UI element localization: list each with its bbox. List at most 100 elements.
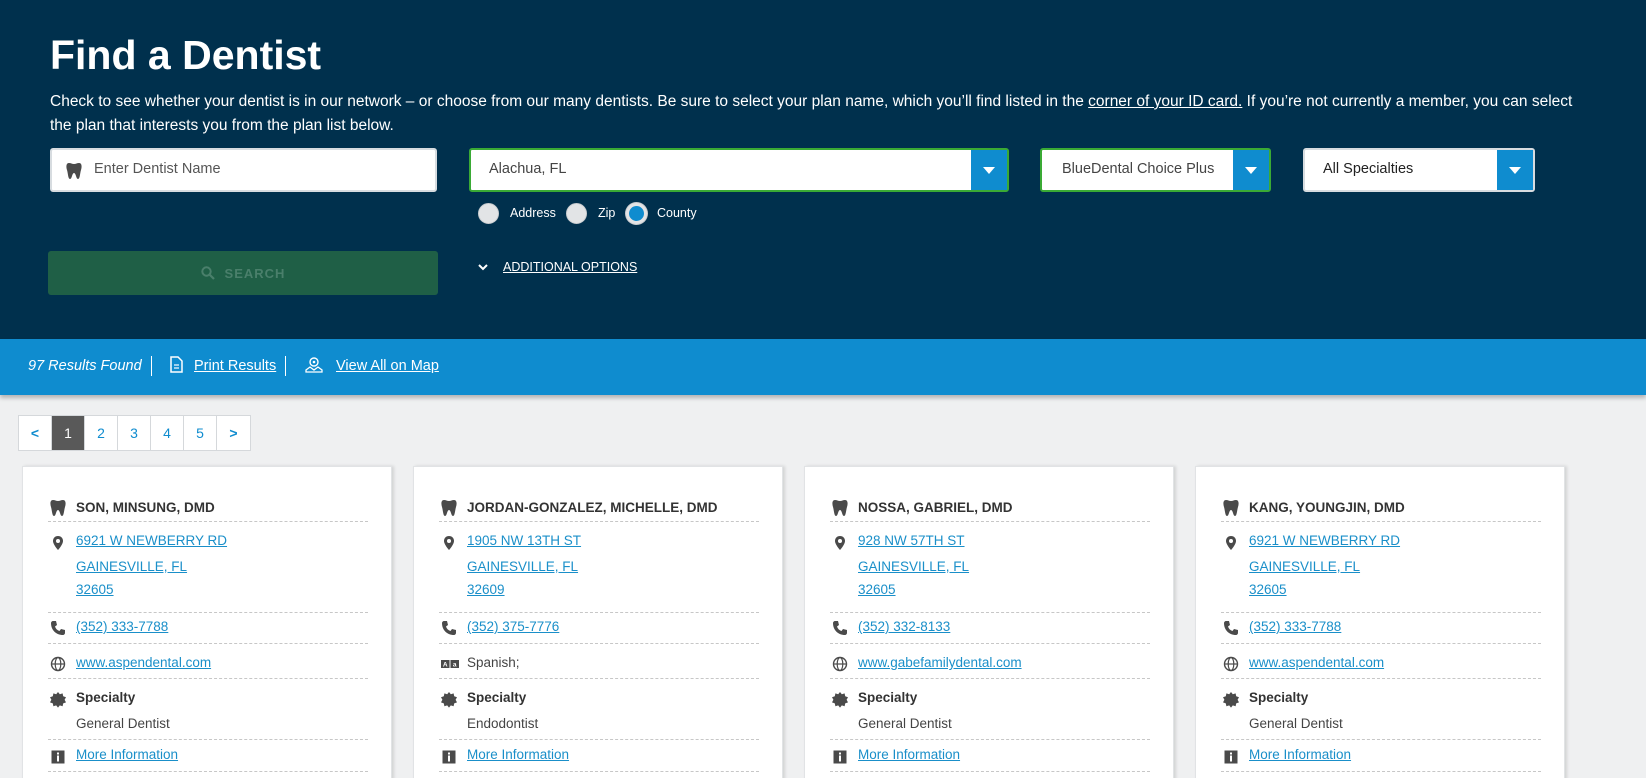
specialty-row: Specialty General Dentist: [48, 679, 368, 740]
address-line2-link[interactable]: GAINESVILLE, FL: [467, 559, 578, 574]
badge-icon: [832, 692, 848, 708]
specialty-label: Specialty: [858, 690, 918, 705]
more-information-link[interactable]: More Information: [467, 747, 569, 762]
address-zip-link[interactable]: 32605: [1249, 582, 1287, 597]
address-row: 928 NW 57TH ST GAINESVILLE, FL 32605: [830, 522, 1150, 613]
document-icon: [170, 356, 183, 373]
results-count: 97 Results Found: [28, 358, 142, 374]
website-link[interactable]: www.aspendental.com: [76, 655, 211, 670]
website-link[interactable]: www.gabefamilydental.com: [858, 655, 1022, 670]
provider-card: KANG, YOUNGJIN, DMD 6921 W NEWBERRY RD G…: [1195, 466, 1565, 778]
provider-name: SON, MINSUNG, DMD: [76, 500, 215, 515]
map-pin-icon: [441, 535, 457, 551]
globe-icon: [50, 656, 66, 672]
website-link[interactable]: www.aspendental.com: [1249, 655, 1384, 670]
address-line1-link[interactable]: 1905 NW 13TH ST: [467, 533, 581, 548]
pagination-next[interactable]: >: [217, 416, 250, 450]
address-row: 1905 NW 13TH ST GAINESVILLE, FL 32609: [439, 522, 759, 613]
provider-name: NOSSA, GABRIEL, DMD: [858, 500, 1013, 515]
additional-options-label: ADDITIONAL OPTIONS: [503, 260, 638, 274]
dentist-name-placeholder: Enter Dentist Name: [94, 161, 221, 177]
phone-link[interactable]: (352) 375-7776: [467, 619, 559, 634]
address-line1-link[interactable]: 6921 W NEWBERRY RD: [1249, 533, 1400, 548]
more-info-row: More Information: [439, 740, 759, 772]
phone-icon: [1223, 620, 1239, 636]
specialty-select[interactable]: All Specialties: [1303, 148, 1535, 192]
svg-text:a: a: [453, 662, 457, 669]
provider-name-row: KANG, YOUNGJIN, DMD: [1221, 487, 1541, 522]
specialty-dropdown-button[interactable]: [1497, 150, 1533, 190]
pagination-page-1[interactable]: 1: [52, 416, 85, 450]
address-zip-link[interactable]: 32605: [76, 582, 114, 597]
caret-down-icon: [983, 166, 995, 174]
more-information-link[interactable]: More Information: [1249, 747, 1351, 762]
specialty-row: Specialty General Dentist: [1221, 679, 1541, 740]
dentist-name-input[interactable]: Enter Dentist Name: [50, 148, 437, 192]
pagination: < 1 2 3 4 5 >: [18, 415, 251, 451]
phone-row: (352) 332-8133: [830, 613, 1150, 644]
language-text: Spanish;: [467, 655, 520, 670]
pagination-page-5[interactable]: 5: [184, 416, 217, 450]
chevron-down-icon: [478, 264, 488, 271]
caret-down-icon: [1245, 166, 1257, 174]
phone-link[interactable]: (352) 332-8133: [858, 619, 950, 634]
page-title: Find a Dentist: [50, 32, 322, 78]
address-row: 6921 W NEWBERRY RD GAINESVILLE, FL 32605: [1221, 522, 1541, 613]
svg-text:A: A: [443, 662, 448, 669]
specialty-label: Specialty: [76, 690, 136, 705]
more-information-link[interactable]: More Information: [76, 747, 178, 762]
provider-card: SON, MINSUNG, DMD 6921 W NEWBERRY RD GAI…: [22, 466, 392, 778]
address-line2-link[interactable]: GAINESVILLE, FL: [1249, 559, 1360, 574]
id-card-link[interactable]: corner of your ID card.: [1088, 93, 1242, 110]
search-icon: [200, 266, 215, 280]
plan-value: BlueDental Choice Plus: [1062, 161, 1215, 177]
location-select[interactable]: Alachua, FL: [469, 148, 1009, 192]
radio-address-label: Address: [510, 206, 556, 220]
radio-zip-label: Zip: [598, 206, 616, 220]
location-dropdown-button[interactable]: [971, 150, 1007, 190]
results-toolbar: 97 Results Found Print Results View All …: [0, 339, 1646, 395]
radio-zip[interactable]: [566, 203, 587, 224]
address-line2-link[interactable]: GAINESVILLE, FL: [76, 559, 187, 574]
print-results-link[interactable]: Print Results: [194, 358, 276, 374]
info-icon: [50, 749, 66, 765]
specialty-value: General Dentist: [76, 716, 170, 731]
radio-county[interactable]: [626, 203, 647, 224]
address-line1-link[interactable]: 6921 W NEWBERRY RD: [76, 533, 227, 548]
pagination-page-3[interactable]: 3: [118, 416, 151, 450]
map-pin-icon: [1223, 535, 1239, 551]
specialty-value: Endodontist: [467, 716, 539, 731]
address-line2-link[interactable]: GAINESVILLE, FL: [858, 559, 969, 574]
tooth-icon: [832, 499, 848, 516]
badge-icon: [50, 692, 66, 708]
specialty-label: Specialty: [1249, 690, 1309, 705]
provider-card: JORDAN-GONZALEZ, MICHELLE, DMD 1905 NW 1…: [413, 466, 783, 778]
address-line1-link[interactable]: 928 NW 57TH ST: [858, 533, 965, 548]
phone-link[interactable]: (352) 333-7788: [76, 619, 168, 634]
more-info-row: More Information: [830, 740, 1150, 772]
address-zip-link[interactable]: 32609: [467, 582, 505, 597]
pagination-page-2[interactable]: 2: [85, 416, 118, 450]
divider: [151, 356, 152, 376]
map-icon: [305, 357, 323, 373]
plan-select[interactable]: BlueDental Choice Plus: [1040, 148, 1271, 192]
pagination-page-4[interactable]: 4: [151, 416, 184, 450]
more-info-row: More Information: [1221, 740, 1541, 772]
info-icon: [441, 749, 457, 765]
provider-name: KANG, YOUNGJIN, DMD: [1249, 500, 1405, 515]
view-all-on-map-link[interactable]: View All on Map: [336, 358, 439, 374]
map-pin-icon: [50, 535, 66, 551]
plan-dropdown-button[interactable]: [1233, 150, 1269, 190]
radio-address[interactable]: [478, 203, 499, 224]
website-row: www.aspendental.com: [1221, 644, 1541, 679]
search-button[interactable]: SEARCH: [48, 251, 438, 295]
location-value: Alachua, FL: [489, 161, 567, 177]
tooth-icon: [441, 499, 457, 516]
phone-link[interactable]: (352) 333-7788: [1249, 619, 1341, 634]
search-hero: Find a Dentist Check to see whether your…: [0, 0, 1646, 339]
specialty-row: Specialty Endodontist: [439, 679, 759, 740]
specialty-row: Specialty General Dentist: [830, 679, 1150, 740]
more-information-link[interactable]: More Information: [858, 747, 960, 762]
address-zip-link[interactable]: 32605: [858, 582, 896, 597]
pagination-prev[interactable]: <: [19, 416, 52, 450]
